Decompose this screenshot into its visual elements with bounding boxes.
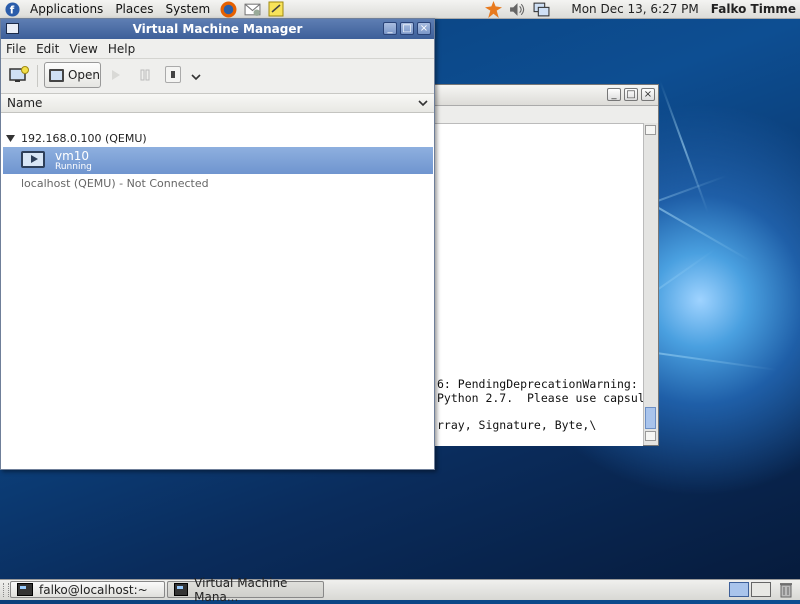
toolbar: Open [1,59,434,94]
mail-launcher-icon[interactable] [243,1,261,17]
vm-list[interactable]: 192.168.0.100 (QEMU) vm10 Running localh… [1,129,434,469]
wallpaper-streak [659,80,709,213]
maximize-button[interactable]: □ [624,88,638,101]
terminal-line: rray, Signature, Byte,\ [437,418,597,432]
connection-row[interactable]: localhost (QEMU) - Not Connected [1,177,434,191]
terminal-scrollbar[interactable] [643,123,658,445]
vm-status: Running [55,162,92,172]
scroll-down-arrow[interactable] [645,431,656,441]
menubar: File Edit View Help [1,39,434,59]
connection-row[interactable]: 192.168.0.100 (QEMU) [1,132,434,146]
chevron-down-icon [191,74,201,81]
vmm-icon [174,583,189,596]
vmm-titlebar[interactable]: Virtual Machine Manager _ □ × [1,19,434,39]
update-notifier-icon[interactable] [484,0,502,18]
applications-menu[interactable]: Applications [24,0,109,18]
panel-handle[interactable] [3,583,9,597]
open-button[interactable]: Open [44,62,101,88]
expander-icon[interactable] [6,135,15,142]
system-menu[interactable]: System [159,0,216,18]
toolbar-separator [37,65,38,87]
minimize-button[interactable]: _ [607,88,621,101]
workspace-2[interactable] [751,582,771,597]
menu-file[interactable]: File [1,42,31,56]
terminal-output[interactable]: 6: PendingDeprecationWarning: The Python… [431,123,643,446]
window-title: Virtual Machine Manager [132,22,303,36]
terminal-line: 6: PendingDeprecationWarning: The [437,377,643,391]
new-vm-icon [9,66,29,82]
shutdown-icon [171,71,175,78]
fedora-logo-icon[interactable]: f [3,1,21,17]
user-switcher[interactable]: Falko Timme [711,2,796,16]
close-button[interactable]: × [641,88,655,101]
top-panel: f Applications Places System Mon Dec 13,… [0,0,800,19]
pause-button[interactable] [139,69,151,84]
taskbar-item-terminal[interactable]: falko@localhost:~ [10,581,165,598]
menu-view[interactable]: View [64,42,102,56]
terminal-icon [17,583,33,596]
terminal-titlebar[interactable]: _ □ × [431,85,658,106]
play-icon [112,70,120,80]
svg-text:f: f [9,4,14,16]
scroll-thumb[interactable] [645,407,656,429]
menu-help[interactable]: Help [103,42,140,56]
vm-name: vm10 [55,149,90,163]
monitor-icon [49,68,64,82]
connection-name: localhost (QEMU) - Not Connected [21,177,209,190]
shutdown-button[interactable] [165,66,181,83]
terminal-line: Python 2.7. Please use capsule o [437,391,643,405]
new-vm-button[interactable] [9,66,29,84]
minimize-button[interactable]: _ [383,22,397,35]
vm-row[interactable]: vm10 Running [3,147,433,174]
clock[interactable]: Mon Dec 13, 6:27 PM [571,2,698,16]
firefox-launcher-icon[interactable] [219,1,237,17]
column-header-name[interactable]: Name [7,96,42,110]
workspace-1[interactable] [729,582,749,597]
pause-icon [140,69,150,81]
shutdown-dropdown[interactable] [191,70,201,84]
connection-name: 192.168.0.100 (QEMU) [21,132,147,145]
scroll-up-arrow[interactable] [645,125,656,135]
open-button-label: Open [67,68,100,82]
menu-edit[interactable]: Edit [31,42,64,56]
close-button[interactable]: × [417,22,431,35]
taskbar-item-label: Virtual Machine Mana... [194,575,288,604]
chevron-down-icon[interactable] [418,99,428,107]
volume-icon[interactable] [508,1,526,17]
taskbar-item-vmm[interactable]: Virtual Machine Mana... [167,576,324,604]
vm-monitor-icon [21,151,45,168]
taskbar-item-label: falko@localhost:~ [39,582,148,597]
run-button[interactable] [111,69,121,84]
notes-launcher-icon[interactable] [267,1,285,17]
network-icon[interactable] [532,1,550,17]
places-menu[interactable]: Places [109,0,159,18]
terminal-window[interactable]: _ □ × 6: PendingDeprecationWarning: The … [430,84,659,446]
maximize-button[interactable]: □ [400,22,414,35]
trash-icon[interactable] [778,581,794,601]
column-header[interactable]: Name [1,94,434,113]
virtual-machine-manager-window[interactable]: Virtual Machine Manager _ □ × File Edit … [0,18,435,470]
bottom-panel: falko@localhost:~ Virtual Machine Mana..… [0,576,800,604]
